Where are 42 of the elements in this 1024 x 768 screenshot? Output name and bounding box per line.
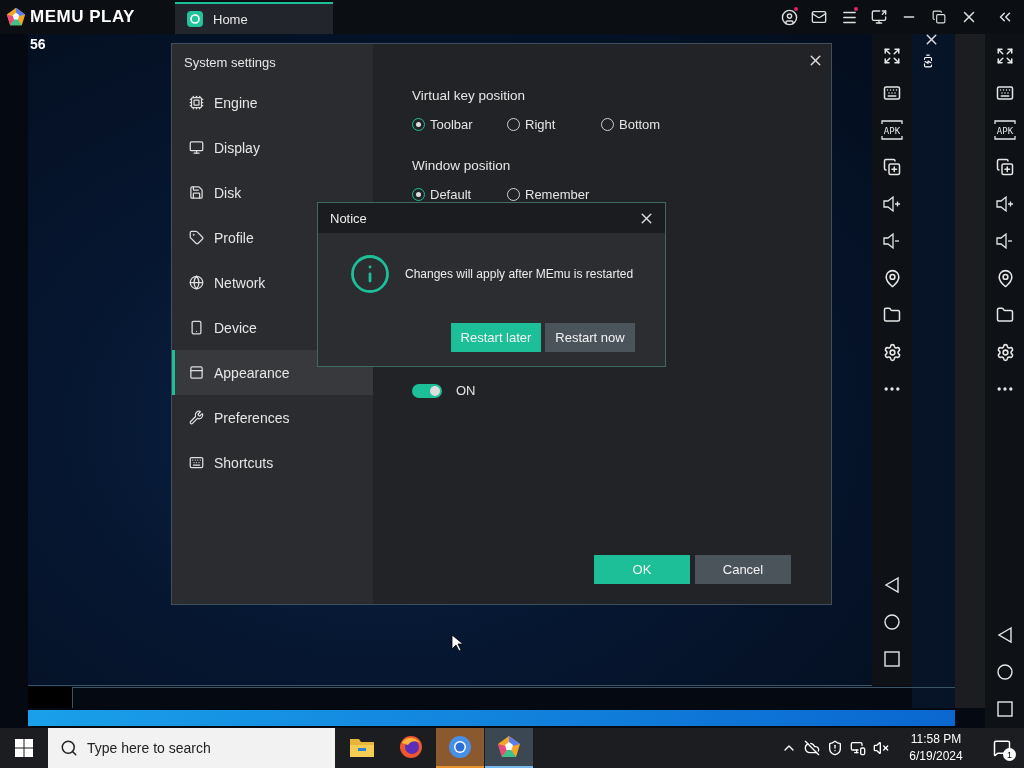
globe-browser-icon[interactable] — [436, 728, 484, 768]
counter-text: 56 — [30, 36, 46, 52]
tag-icon — [189, 230, 204, 245]
restart-now-button[interactable]: Restart now — [545, 323, 635, 352]
sidebar-item[interactable]: Engine — [172, 80, 373, 125]
notification-icon — [993, 739, 1011, 757]
radio-option[interactable]: Default — [412, 184, 507, 204]
cancel-button[interactable]: Cancel — [695, 555, 791, 584]
info-icon — [349, 253, 391, 295]
chip-icon — [189, 95, 204, 110]
radio-option[interactable]: Right — [507, 114, 601, 134]
window-icon — [189, 365, 204, 380]
wrench-icon — [189, 410, 204, 425]
monitor-icon — [189, 140, 204, 155]
logo-icon — [6, 7, 26, 27]
home-app-icon — [187, 11, 203, 27]
clock[interactable]: 11:58 PM 6/19/2024 — [892, 731, 980, 765]
section-label: Virtual key position — [412, 87, 527, 105]
search-field[interactable]: Type here to search — [48, 728, 335, 768]
keyboard-icon — [189, 455, 204, 470]
mouse-cursor-icon — [451, 634, 463, 652]
section-label: Window position — [412, 157, 512, 175]
frame-corner — [28, 687, 72, 708]
sidebar-item[interactable]: Shortcuts — [172, 440, 373, 485]
windows-logo-icon[interactable] — [15, 739, 33, 757]
home-tab[interactable]: Home — [175, 2, 333, 34]
notification-button[interactable]: 1 — [980, 728, 1024, 768]
sidebar-item[interactable]: Preferences — [172, 395, 373, 440]
radio-option[interactable]: Bottom — [601, 114, 681, 134]
globe-icon — [189, 275, 204, 290]
toggle-switch[interactable] — [412, 383, 442, 398]
sidebar-item[interactable]: Display — [172, 125, 373, 170]
radio-option[interactable]: Toolbar — [412, 114, 507, 134]
notice-message: Changes will apply after MEmu is restarted — [405, 267, 634, 281]
app-logo-text: MEMU PLAY — [30, 7, 135, 27]
toggle-state-label: ON — [456, 383, 476, 398]
search-icon — [60, 739, 78, 757]
radio-option[interactable]: Remember — [507, 184, 601, 204]
pentagon-app-icon[interactable] — [485, 728, 533, 768]
notification-badge: 1 — [1003, 748, 1016, 761]
phone-icon — [189, 320, 204, 335]
dialog-title: System settings — [183, 53, 277, 72]
